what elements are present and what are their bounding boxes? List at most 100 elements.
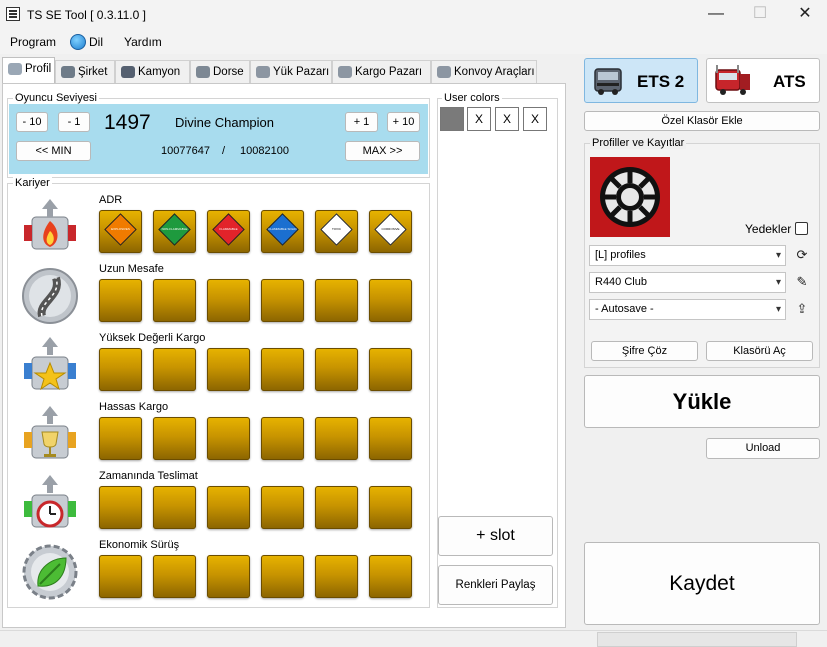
menu-language[interactable]: Dil <box>89 35 103 49</box>
skill-level-slot[interactable] <box>153 555 196 598</box>
tab-cargo-market[interactable]: Kargo Pazarı <box>332 60 431 83</box>
color-slot-2[interactable]: X <box>467 107 491 131</box>
edit-icon[interactable]: ✎ <box>793 273 811 291</box>
add-slot-button[interactable]: + slot <box>438 516 553 556</box>
career-skill-label: Uzun Mesafe <box>99 263 164 275</box>
skill-level-slot[interactable] <box>153 348 196 391</box>
skill-level-slot[interactable] <box>99 486 142 529</box>
status-bar <box>0 630 827 647</box>
skill-level-slot[interactable] <box>207 417 250 460</box>
refresh-icon[interactable]: ⟳ <box>793 246 811 264</box>
skill-level-slot[interactable] <box>369 417 412 460</box>
hazard-class-code: CORROSIVE <box>381 227 400 231</box>
skill-level-slot[interactable] <box>261 279 304 322</box>
open-folder-button[interactable]: Klasörü Aç <box>706 341 813 361</box>
profile-select[interactable]: R440 Club <box>589 272 786 293</box>
ats-button[interactable]: ATS <box>706 58 820 103</box>
unload-button[interactable]: Unload <box>706 438 820 459</box>
skill-level-slot[interactable] <box>315 417 358 460</box>
menu-program[interactable]: Program <box>10 35 56 49</box>
close-button[interactable]: ✕ <box>783 3 827 27</box>
skill-level-slot[interactable] <box>207 279 250 322</box>
skill-level-slot[interactable] <box>369 486 412 529</box>
skill-level-slot[interactable] <box>99 348 142 391</box>
long-distance-road-icon <box>20 266 80 326</box>
high-value-cargo-icon <box>20 335 80 395</box>
skill-level-slot[interactable] <box>369 279 412 322</box>
skill-level-slot[interactable] <box>99 279 142 322</box>
level-min-button[interactable]: << MIN <box>16 141 91 161</box>
skill-level-slot[interactable] <box>369 348 412 391</box>
user-colors-label: User colors <box>442 92 502 104</box>
profiles-saves-label: Profiller ve Kayıtlar <box>590 137 687 149</box>
hazard-class-code: EXPLOSIVES <box>111 227 130 231</box>
skill-level-slot[interactable] <box>153 417 196 460</box>
tab-profile[interactable]: Profil <box>2 57 55 84</box>
skill-level-slot[interactable] <box>315 486 358 529</box>
app-icon <box>6 7 20 21</box>
window-title: TS SE Tool [ 0.3.11.0 ] <box>27 8 146 22</box>
skill-level-slot[interactable] <box>261 555 304 598</box>
tab-freight-market[interactable]: Yük Pazarı <box>250 60 332 83</box>
ats-truck-icon <box>715 65 750 95</box>
tab-truck[interactable]: Kamyon <box>115 60 190 83</box>
color-slot-1[interactable] <box>440 107 464 131</box>
skill-level-slot[interactable] <box>315 279 358 322</box>
skill-level-slot[interactable]: TOXIC <box>315 210 358 253</box>
globe-icon <box>70 34 86 50</box>
level-minus-10-button[interactable]: - 10 <box>16 112 48 132</box>
skill-level-slot[interactable] <box>261 486 304 529</box>
level-plus-10-button[interactable]: + 10 <box>387 112 420 132</box>
hazard-class-code: FLAMMABLE SOLID <box>268 227 297 231</box>
share-colors-button[interactable]: Renkleri Paylaş <box>438 565 553 605</box>
just-in-time-icon <box>20 473 80 533</box>
convoy-icon <box>437 66 451 78</box>
skill-level-slot[interactable] <box>153 279 196 322</box>
tab-company[interactable]: Şirket <box>55 60 115 83</box>
menu-help[interactable]: Yardım <box>124 35 162 49</box>
skill-level-slot[interactable]: EXPLOSIVES <box>99 210 142 253</box>
hazard-class-code: NON-FLAMMABLE <box>161 227 188 231</box>
level-max-button[interactable]: MAX >> <box>345 141 420 161</box>
freight-market-icon <box>256 66 270 78</box>
skill-level-slot[interactable]: FLAMMABLE SOLID <box>261 210 304 253</box>
skill-level-slot[interactable] <box>99 417 142 460</box>
skill-level-slot[interactable] <box>99 555 142 598</box>
export-icon[interactable]: ⇪ <box>793 300 811 318</box>
profile-avatar <box>590 157 670 237</box>
career-skill-label: ADR <box>99 194 123 206</box>
color-slot-3[interactable]: X <box>495 107 519 131</box>
tab-trailer[interactable]: Dorse <box>190 60 250 83</box>
backups-checkbox[interactable] <box>795 222 808 235</box>
skill-level-slot[interactable] <box>261 348 304 391</box>
skill-level-slot[interactable]: CORROSIVE <box>369 210 412 253</box>
level-minus-1-button[interactable]: - 1 <box>58 112 90 132</box>
skill-level-slot[interactable]: NON-FLAMMABLE <box>153 210 196 253</box>
skill-level-slot[interactable] <box>153 486 196 529</box>
decrypt-button[interactable]: Şifre Çöz <box>591 341 698 361</box>
skill-level-slot[interactable] <box>369 555 412 598</box>
truck-icon <box>8 63 22 75</box>
load-button[interactable]: Yükle <box>584 375 820 428</box>
maximize-button[interactable]: ☐ <box>738 3 782 27</box>
hazard-class-code: TOXIC <box>331 227 342 231</box>
minimize-button[interactable]: — <box>694 3 738 27</box>
profile-source-select[interactable]: [L] profiles <box>589 245 786 266</box>
skill-level-slot[interactable] <box>207 486 250 529</box>
level-plus-1-button[interactable]: + 1 <box>345 112 378 132</box>
color-slot-4[interactable]: X <box>523 107 547 131</box>
skill-level-slot[interactable]: FLAMMABLE <box>207 210 250 253</box>
career-label: Kariyer <box>13 177 52 189</box>
skill-level-slot[interactable] <box>315 555 358 598</box>
skill-level-slot[interactable] <box>207 555 250 598</box>
skill-level-slot[interactable] <box>261 417 304 460</box>
save-select[interactable]: - Autosave - <box>589 299 786 320</box>
save-button[interactable]: Kaydet <box>584 542 820 625</box>
tab-convoy-vehicles[interactable]: Konvoy Araçları <box>431 60 537 83</box>
add-custom-folder-button[interactable]: Özel Klasör Ekle <box>584 111 820 131</box>
ets2-button[interactable]: ETS 2 <box>584 58 698 103</box>
skill-level-slot[interactable] <box>315 348 358 391</box>
skill-level-slot[interactable] <box>207 348 250 391</box>
truck-icon <box>121 66 135 78</box>
hazard-class-code: FLAMMABLE <box>219 227 238 231</box>
